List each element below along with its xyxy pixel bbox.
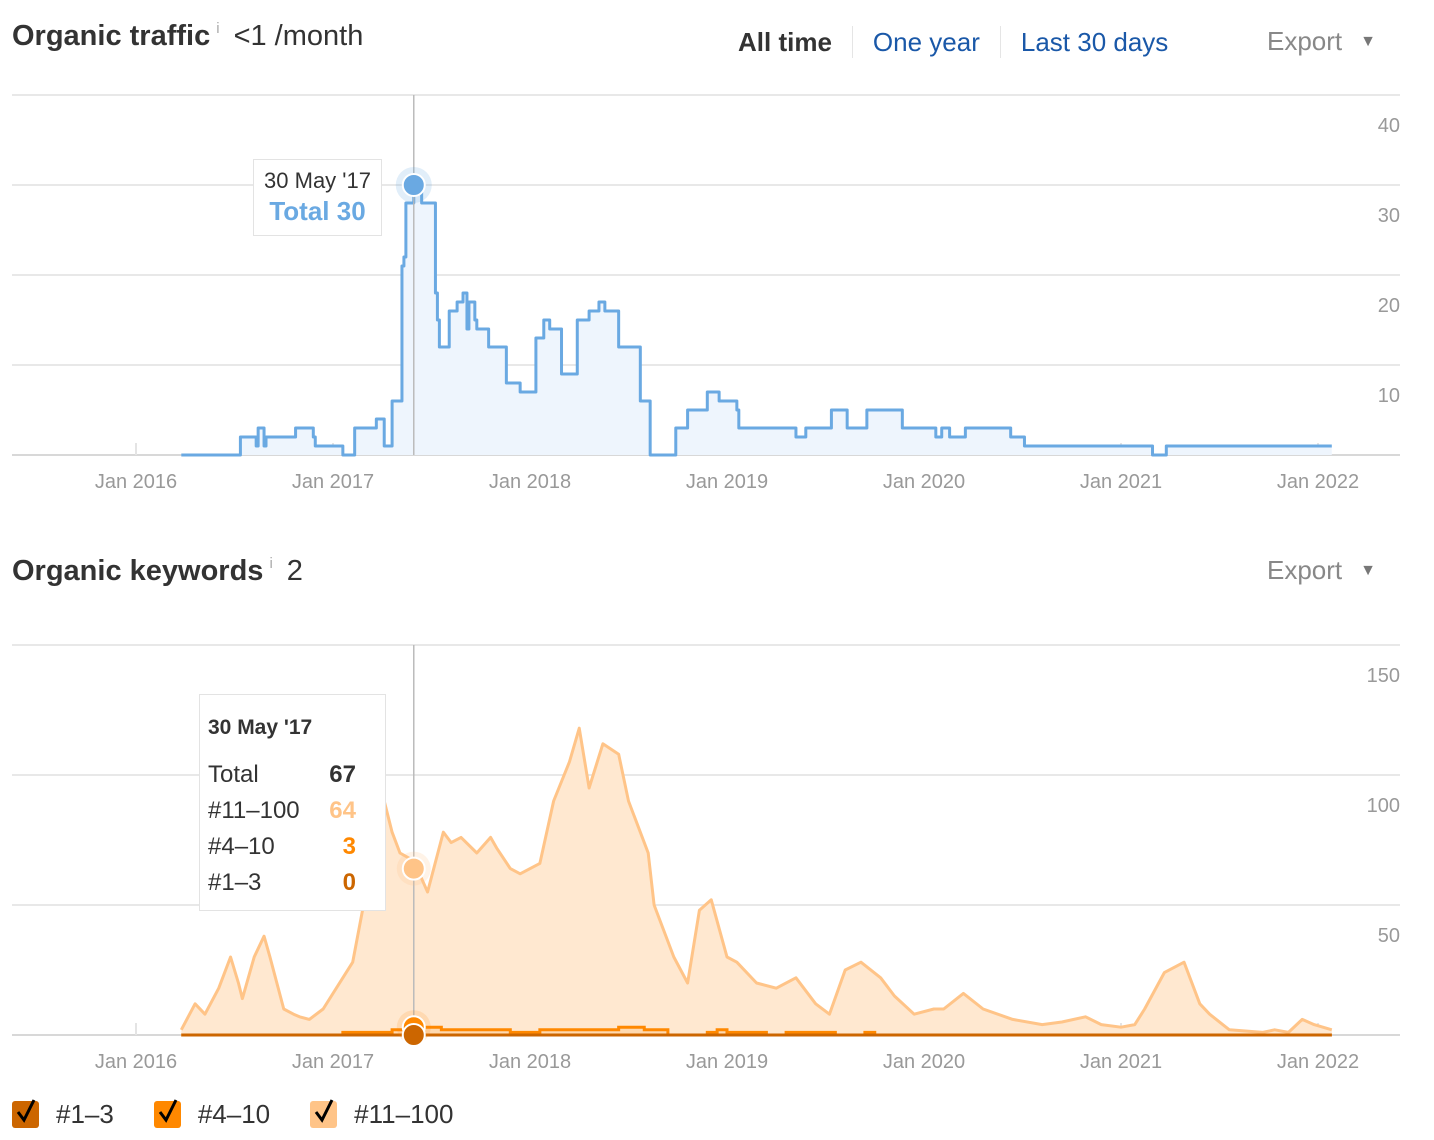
legend-label: #1–3 <box>56 1099 114 1129</box>
tooltip-date: 30 May '17 <box>264 168 371 193</box>
legend-label: #11–100 <box>354 1099 454 1129</box>
tooltip-row-label: #11–100 <box>208 797 300 824</box>
tooltip-row-value: 64 <box>329 797 356 824</box>
keywords-header: Organic keywords i 2 <box>12 555 303 588</box>
traffic-export-button[interactable]: Export ▼ <box>1267 26 1376 57</box>
traffic-header: Organic traffic i <1 /month <box>12 20 363 53</box>
legend-item-11-100[interactable]: #11–100 <box>310 1099 453 1130</box>
traffic-title: Organic traffic <box>12 20 211 52</box>
tooltip-row-4-10: #4–10 3 <box>208 833 356 861</box>
x-tick-label: Jan 2018 <box>489 1051 571 1073</box>
tooltip-row-value: 3 <box>342 833 356 860</box>
y-tick-label: 20 <box>1378 295 1400 317</box>
x-tick-label: Jan 2022 <box>1277 1051 1359 1073</box>
x-tick-label: Jan 2017 <box>292 471 374 493</box>
keywords-tooltip: 30 May '17 Total 67 #11–100 64 #4–10 3 #… <box>199 694 386 911</box>
x-tick-label: Jan 2021 <box>1080 471 1162 493</box>
y-tick-label: 100 <box>1367 795 1400 817</box>
info-icon[interactable]: i <box>216 20 219 37</box>
export-label: Export <box>1267 555 1343 585</box>
x-tick-label: Jan 2016 <box>95 471 177 493</box>
tooltip-total: Total 30 <box>269 196 366 226</box>
export-label: Export <box>1267 26 1343 56</box>
legend-item-1-3[interactable]: #1–3 <box>12 1099 114 1130</box>
tooltip-row-label: Total <box>208 761 259 788</box>
tooltip-row-total: Total 67 <box>208 761 356 789</box>
tooltip-row-label: #1–3 <box>208 869 262 896</box>
x-tick-label: Jan 2019 <box>686 471 768 493</box>
x-tick-label: Jan 2022 <box>1277 471 1359 493</box>
tooltip-row-11-100: #11–100 64 <box>208 797 356 825</box>
checkbox-checked-icon[interactable] <box>310 1099 338 1128</box>
dropdown-triangle-icon: ▼ <box>1360 32 1376 50</box>
keywords-title: Organic keywords <box>12 555 264 587</box>
legend-item-4-10[interactable]: #4–10 <box>153 1099 271 1130</box>
keywords-legend: #1–3 #4–10 #11–100 <box>12 1099 493 1130</box>
highlight-point-1-3 <box>401 1023 426 1047</box>
checkbox-checked-icon[interactable] <box>12 1099 39 1128</box>
x-tick-label: Jan 2018 <box>489 471 571 493</box>
tooltip-row-1-3: #1–3 0 <box>208 869 356 897</box>
x-tick-label: Jan 2019 <box>686 1051 768 1073</box>
tooltip-row-value: 0 <box>342 869 356 896</box>
x-tick-label: Jan 2021 <box>1080 1051 1162 1073</box>
y-tick-label: 30 <box>1378 205 1400 227</box>
traffic-tooltip: 30 May '17 Total 30 <box>253 159 382 236</box>
traffic-chart[interactable]: 10 20 30 40 Jan 2016 Jan 2017 Jan 2018 Jan 2019… <box>0 80 1434 500</box>
highlight-point-11-100 <box>401 856 426 881</box>
tooltip-date: 30 May '17 <box>208 716 313 739</box>
tooltip-row-label: #4–10 <box>208 833 275 860</box>
y-tick-label: 10 <box>1378 385 1400 407</box>
x-tick-label: Jan 2020 <box>883 471 965 493</box>
info-icon[interactable]: i <box>269 555 272 572</box>
tooltip-row-value: 67 <box>329 761 356 788</box>
keywords-value: 2 <box>286 555 303 587</box>
y-tick-label: 50 <box>1378 925 1400 947</box>
period-all-time[interactable]: All time <box>738 26 852 58</box>
checkbox-checked-icon[interactable] <box>153 1099 181 1128</box>
dropdown-triangle-icon: ▼ <box>1360 561 1376 579</box>
period-last-30-days[interactable]: Last 30 days <box>999 26 1188 58</box>
keywords-export-button[interactable]: Export ▼ <box>1267 555 1376 586</box>
x-tick-label: Jan 2017 <box>292 1051 374 1073</box>
x-tick-label: Jan 2016 <box>95 1051 177 1073</box>
y-tick-label: 150 <box>1367 665 1400 687</box>
y-tick-label: 40 <box>1378 115 1400 137</box>
highlight-point <box>401 173 426 197</box>
period-one-year[interactable]: One year <box>851 26 1000 58</box>
legend-label: #4–10 <box>197 1099 271 1129</box>
period-selector: All time One year Last 30 days <box>738 26 1188 58</box>
x-tick-label: Jan 2020 <box>883 1051 965 1073</box>
traffic-value: <1 /month <box>233 20 364 52</box>
